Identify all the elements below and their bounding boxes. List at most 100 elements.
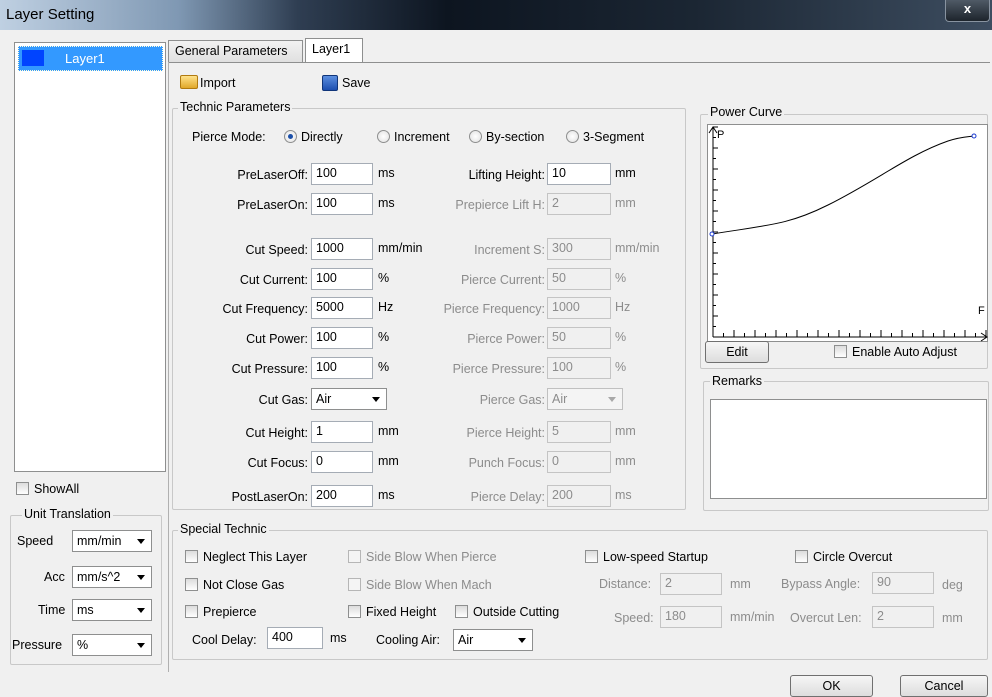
side-blow-mach-checkbox[interactable] (348, 578, 361, 591)
side-blow-pierce-checkbox[interactable] (348, 550, 361, 563)
neglect-layer-checkbox[interactable] (185, 550, 198, 563)
bypass-angle-unit: deg (942, 578, 963, 592)
cut-power-unit: % (378, 330, 390, 344)
pierce-current-input[interactable]: 50 (547, 268, 611, 290)
pierce-mode-3-segment-label: 3-Segment (583, 130, 645, 144)
prelaseroff-input[interactable]: 100 (311, 163, 373, 185)
cut-speed-label: Cut Speed: (245, 243, 308, 257)
cut-height-input[interactable]: 1 (311, 421, 373, 443)
low-speed-startup-label: Low-speed Startup (603, 550, 708, 564)
cool-delay-input[interactable]: 400 (267, 627, 323, 649)
overcut-len-unit: mm (942, 611, 963, 625)
cut-speed-input[interactable]: 1000 (311, 238, 373, 260)
ok-button[interactable]: OK (790, 675, 873, 697)
distance-input[interactable]: 2 (660, 573, 722, 595)
bypass-angle-input[interactable]: 90 (872, 572, 934, 594)
remarks-title: Remarks (710, 374, 765, 388)
low-speed-unit: mm/min (730, 610, 775, 624)
pierce-pressure-label: Pierce Pressure: (452, 362, 545, 376)
pierce-mode-increment-radio[interactable] (377, 130, 390, 143)
increment-s-input[interactable]: 300 (547, 238, 611, 260)
enable-auto-adjust-label: Enable Auto Adjust (852, 345, 957, 359)
save-button[interactable]: Save (342, 76, 371, 90)
lifting-height-input[interactable]: 10 (547, 163, 611, 185)
layer-name: Layer1 (65, 51, 105, 66)
unit-acc-select[interactable]: mm/s^2 (72, 566, 152, 588)
import-button[interactable]: Import (200, 76, 235, 90)
cancel-button[interactable]: Cancel (900, 675, 988, 697)
punch-focus-input[interactable]: 0 (547, 451, 611, 473)
pierce-mode-by-section-radio[interactable] (469, 130, 482, 143)
unit-time-select[interactable]: ms (72, 599, 152, 621)
cut-gas-select[interactable]: Air (311, 388, 387, 410)
edit-curve-button[interactable]: Edit (705, 341, 769, 363)
cut-power-label: Cut Power: (246, 332, 308, 346)
not-close-gas-checkbox[interactable] (185, 578, 198, 591)
layer-list[interactable] (14, 42, 166, 472)
cut-frequency-input[interactable]: 5000 (311, 297, 373, 319)
prelaseron-input[interactable]: 100 (311, 193, 373, 215)
prepierce-lift-h-label: Prepierce Lift H: (455, 198, 545, 212)
low-speed-input[interactable]: 180 (660, 606, 722, 628)
bypass-angle-label: Bypass Angle: (781, 577, 861, 591)
folder-icon[interactable] (180, 75, 198, 89)
prepierce-checkbox[interactable] (185, 605, 198, 618)
pierce-mode-3-segment-radio[interactable] (566, 130, 579, 143)
pierce-height-unit: mm (615, 424, 636, 438)
power-curve-plot[interactable]: P F (707, 124, 988, 342)
chevron-down-icon (608, 397, 616, 402)
show-all-checkbox[interactable] (16, 482, 29, 495)
circle-overcut-checkbox[interactable] (795, 550, 808, 563)
floppy-disk-icon[interactable] (322, 75, 338, 91)
fixed-height-checkbox[interactable] (348, 605, 361, 618)
punch-focus-label: Punch Focus: (468, 456, 545, 470)
overcut-len-input[interactable]: 2 (872, 606, 934, 628)
prepierce-lift-h-input[interactable]: 2 (547, 193, 611, 215)
overcut-len-label: Overcut Len: (790, 611, 862, 625)
lifting-height-label: Lifting Height: (468, 168, 545, 182)
pierce-power-input[interactable]: 50 (547, 327, 611, 349)
cut-current-input[interactable]: 100 (311, 268, 373, 290)
pierce-gas-select[interactable]: Air (547, 388, 623, 410)
pierce-delay-label: Pierce Delay: (470, 490, 545, 504)
tab-layer1[interactable]: Layer1 (305, 38, 363, 62)
postlaseron-input[interactable]: 200 (311, 485, 373, 507)
pierce-height-label: Pierce Height: (466, 426, 545, 440)
unit-pressure-select[interactable]: % (72, 634, 152, 656)
outside-cutting-label: Outside Cutting (473, 605, 560, 619)
unit-speed-select[interactable]: mm/min (72, 530, 152, 552)
pierce-pressure-input[interactable]: 100 (547, 357, 611, 379)
pierce-current-unit: % (615, 271, 627, 285)
fixed-height-label: Fixed Height (366, 605, 437, 619)
pierce-delay-input[interactable]: 200 (547, 485, 611, 507)
power-curve-x-label: F (978, 305, 985, 317)
chevron-down-icon (137, 575, 145, 580)
prepierce-lift-h-unit: mm (615, 196, 636, 210)
low-speed-label: Speed: (614, 611, 654, 625)
cooling-air-select[interactable]: Air (453, 629, 533, 651)
cut-current-label: Cut Current: (239, 273, 308, 287)
unit-speed-label: Speed (17, 534, 54, 548)
window-title: Layer Setting (6, 6, 95, 23)
title-bar (0, 0, 992, 30)
low-speed-startup-checkbox[interactable] (585, 550, 598, 563)
pierce-mode-directly-radio[interactable] (284, 130, 297, 143)
enable-auto-adjust-checkbox[interactable] (834, 345, 847, 358)
pierce-mode-label: Pierce Mode: (192, 130, 266, 144)
tab-general-parameters[interactable]: General Parameters (168, 40, 303, 62)
cut-pressure-input[interactable]: 100 (311, 357, 373, 379)
outside-cutting-checkbox[interactable] (455, 605, 468, 618)
cut-focus-input[interactable]: 0 (311, 451, 373, 473)
distance-label: Distance: (599, 577, 652, 591)
pierce-power-label: Pierce Power: (467, 332, 545, 346)
tab-strip-line (168, 62, 990, 63)
prepierce-label: Prepierce (203, 605, 257, 619)
pierce-height-input[interactable]: 5 (547, 421, 611, 443)
remarks-textarea[interactable] (710, 399, 987, 499)
pierce-frequency-input[interactable]: 1000 (547, 297, 611, 319)
chevron-down-icon (137, 643, 145, 648)
pierce-mode-directly-label: Directly (301, 130, 343, 144)
cut-power-input[interactable]: 100 (311, 327, 373, 349)
close-button[interactable]: x (945, 0, 990, 22)
chevron-down-icon (137, 608, 145, 613)
